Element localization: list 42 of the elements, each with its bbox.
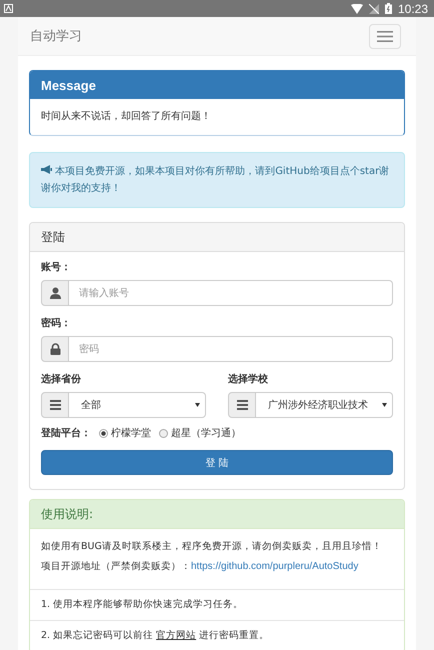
megaphone-icon <box>41 165 52 174</box>
radio-option[interactable]: 超星（学习通） <box>159 426 241 440</box>
field-label: 选择省份 <box>41 372 82 387</box>
list-text: 1. 使用本程序能够帮助你快速完成学习任务。 <box>41 598 244 612</box>
select-value: 全部 <box>80 398 102 412</box>
select-value: 广州涉外经济职业技术 <box>267 398 369 412</box>
caret-icon <box>195 403 200 407</box>
radio-option[interactable]: 柠檬学堂 <box>99 426 151 440</box>
account-field[interactable]: 请输入账号 <box>69 280 393 306</box>
radio-button[interactable] <box>99 428 108 438</box>
field-label: 登陆平台： <box>41 426 91 440</box>
select-dropdown[interactable]: 全部 <box>69 392 206 418</box>
panel-title: 使用说明: <box>30 500 404 529</box>
usage-text: 如使用有BUG请及时联系楼主，程序免费开源，请勿倒卖贩卖，且用且珍惜！ <box>41 540 383 554</box>
menu-icon <box>377 30 393 42</box>
no-signal-icon <box>368 4 379 14</box>
radio-button[interactable] <box>159 428 168 438</box>
link[interactable]: https://github.com/purpleru/AutoStudy <box>191 561 358 572</box>
usage-text: 项目开源地址（严禁倒卖贩卖）：https://github.com/purpleru/AutoStudy <box>41 560 360 574</box>
field-label: 选择学校 <box>228 372 269 387</box>
lock-icon <box>50 343 60 355</box>
list-icon <box>50 400 60 410</box>
message-text: 时间从来不说话，却回答了所有问题！ <box>41 110 212 124</box>
panel-title: Message <box>30 71 404 99</box>
link[interactable]: 官方网站 <box>156 630 196 641</box>
caret-icon <box>382 403 387 407</box>
list-text: 2. 如果忘记密码可以前往 官方网站 进行密码重置。 <box>41 629 270 643</box>
menu-button[interactable] <box>369 24 401 48</box>
status-time: 10:23 <box>398 2 428 16</box>
field-label: 密码： <box>41 316 72 331</box>
user-icon <box>50 287 60 299</box>
field-label: 账号： <box>41 260 72 275</box>
battery-icon <box>384 3 392 14</box>
password-field[interactable]: 密码 <box>69 336 393 362</box>
app-title[interactable]: 自动学习 <box>30 27 82 45</box>
panel-title: 登陆 <box>30 223 404 252</box>
login-button[interactable]: 登 陆 <box>41 450 393 475</box>
select-dropdown[interactable]: 广州涉外经济职业技术 <box>256 392 393 418</box>
notice-text: 本项目免费开源，如果本项目对你有所帮助，请到GitHub给项目点个star谢谢你对我的支持！ <box>41 164 390 196</box>
wifi-icon <box>350 4 363 14</box>
notification-icon <box>4 4 13 13</box>
list-icon <box>236 400 248 410</box>
